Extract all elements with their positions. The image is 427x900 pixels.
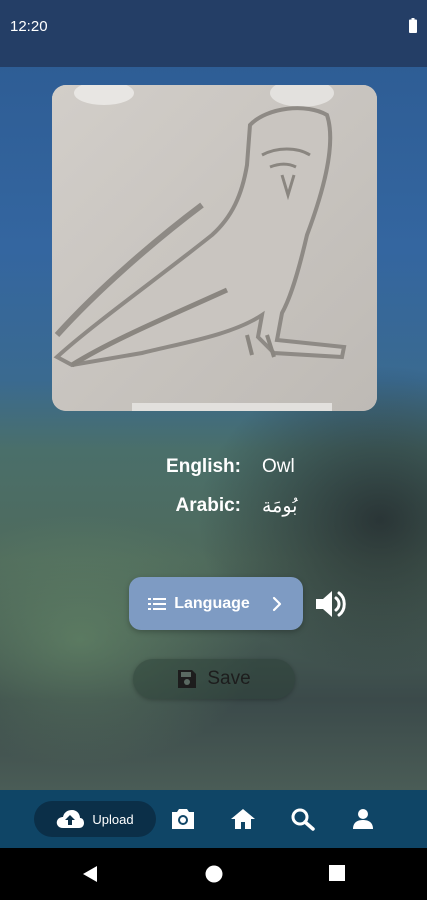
english-value: Owl — [262, 456, 295, 477]
status-time: 12:20 — [10, 18, 48, 35]
search-icon[interactable] — [290, 807, 316, 831]
list-icon — [148, 597, 167, 610]
language-label: Language — [174, 594, 250, 612]
home-icon[interactable] — [230, 807, 256, 831]
english-label: English: — [166, 456, 241, 477]
back-icon[interactable] — [82, 865, 98, 883]
home-circle-icon[interactable] — [205, 865, 223, 883]
arabic-value: بُومَة — [262, 496, 298, 517]
system-nav-bar — [0, 848, 427, 900]
owl-hieroglyph-icon — [52, 85, 377, 411]
status-bar: 12:20 — [0, 0, 427, 67]
arabic-label: Arabic: — [175, 495, 241, 516]
upload-icon — [57, 810, 85, 828]
save-button[interactable]: Save — [133, 659, 295, 699]
speaker-icon[interactable] — [314, 588, 348, 620]
camera-icon[interactable] — [170, 807, 196, 831]
bottom-nav: Upload — [0, 790, 427, 848]
battery-icon — [409, 18, 417, 33]
upload-label: Upload — [92, 811, 134, 827]
upload-button[interactable]: Upload — [34, 801, 156, 837]
recents-icon[interactable] — [329, 865, 345, 881]
language-button[interactable]: Language — [129, 577, 303, 630]
save-label: Save — [207, 668, 251, 689]
hieroglyph-image — [52, 85, 377, 411]
save-icon — [178, 670, 197, 688]
chevron-right-icon — [272, 596, 281, 611]
person-icon[interactable] — [350, 807, 376, 831]
